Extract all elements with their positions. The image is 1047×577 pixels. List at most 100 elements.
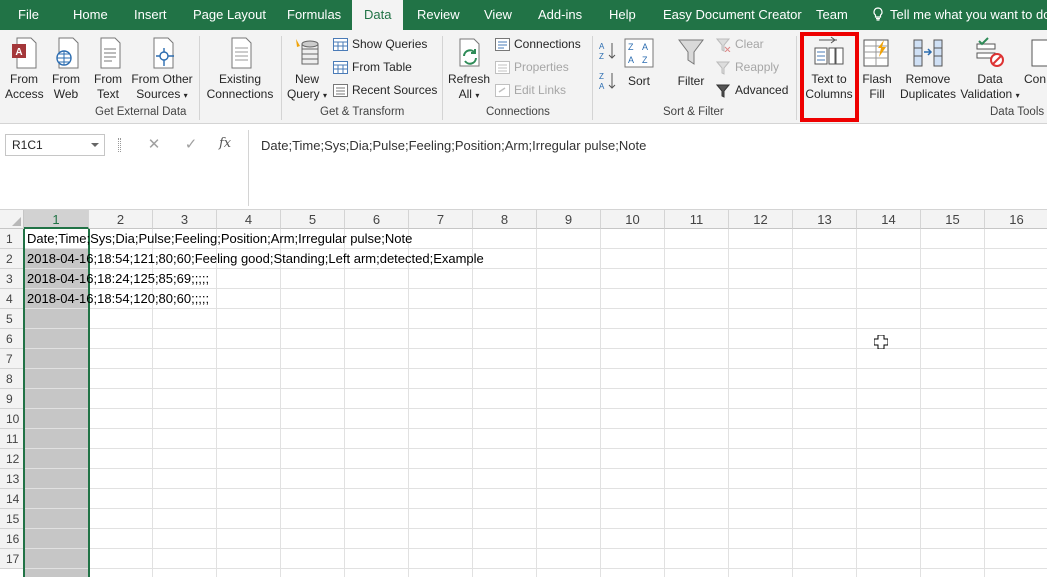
- row-header[interactable]: 6: [0, 329, 24, 349]
- name-box[interactable]: R1C1: [5, 134, 105, 156]
- refresh-icon: [459, 38, 480, 67]
- consolidate-button[interactable]: Con: [1024, 36, 1047, 87]
- row-header[interactable]: 9: [0, 389, 24, 409]
- select-all-button[interactable]: [0, 210, 24, 229]
- tab-easy-document-creator[interactable]: Easy Document Creator: [663, 0, 802, 30]
- filter-label: Filter: [677, 74, 705, 88]
- from-other-label-1: From Other: [131, 72, 193, 86]
- from-access-button[interactable]: A From Access: [5, 36, 44, 102]
- flash-fill-button[interactable]: Flash Fill: [860, 36, 894, 102]
- tab-formulas[interactable]: Formulas: [287, 0, 341, 30]
- cell-text: 2018-04-16;18:24;125;85;69;;;;;: [27, 271, 210, 286]
- column-header[interactable]: 8: [473, 210, 537, 229]
- column-header[interactable]: 14: [857, 210, 921, 229]
- row-header[interactable]: 7: [0, 349, 24, 369]
- from-web-label-1: From: [52, 72, 80, 86]
- sort-icon: Z AA Z: [624, 38, 654, 68]
- row-header[interactable]: 16: [0, 529, 24, 549]
- cancel-entry-icon[interactable]: ✕: [145, 136, 163, 154]
- gridline-horizontal: [24, 428, 1047, 429]
- data-validation-label-1: Data: [977, 72, 1003, 86]
- row-header[interactable]: 17: [0, 549, 24, 569]
- formula-input[interactable]: Date;Time;Sys;Dia;Pulse;Feeling;Position…: [261, 138, 646, 153]
- insert-function-button[interactable]: fx: [219, 136, 231, 151]
- sort-button[interactable]: ZAAZ Sort: [622, 36, 656, 89]
- confirm-entry-icon[interactable]: ✓: [182, 136, 200, 154]
- existing-connections-button[interactable]: Existing Connections: [204, 36, 276, 102]
- access-icon: A: [12, 37, 37, 69]
- tab-help[interactable]: Help: [609, 0, 636, 30]
- properties-button[interactable]: Properties: [495, 57, 569, 77]
- tab-file[interactable]: File: [18, 0, 39, 30]
- advanced-filter-button[interactable]: Advanced: [716, 80, 788, 100]
- sort-za-button[interactable]: ZA: [598, 70, 618, 92]
- from-web-button[interactable]: From Web: [48, 36, 84, 102]
- reapply-button[interactable]: Reapply: [716, 57, 779, 77]
- web-icon: [56, 37, 79, 69]
- column-header[interactable]: 10: [601, 210, 665, 229]
- new-query-button[interactable]: New Query ▾: [286, 36, 328, 103]
- row-header[interactable]: 12: [0, 449, 24, 469]
- ribbon-data: A From Access From Web From Text From Ot…: [0, 30, 1047, 124]
- group-label-connections: Connections: [486, 106, 550, 118]
- tab-data[interactable]: Data: [352, 0, 404, 30]
- connections-button[interactable]: Connections: [495, 34, 581, 54]
- from-text-button[interactable]: From Text: [90, 36, 126, 102]
- tab-view[interactable]: View: [484, 0, 512, 30]
- group-label-get-transform: Get & Transform: [320, 106, 405, 118]
- filter-button[interactable]: Filter: [672, 36, 710, 89]
- column-header[interactable]: 5: [281, 210, 345, 229]
- tab-review[interactable]: Review: [417, 0, 460, 30]
- row-header[interactable]: 2: [0, 249, 24, 269]
- tab-team[interactable]: Team: [816, 0, 848, 30]
- tab-page-layout[interactable]: Page Layout: [193, 0, 266, 30]
- column-header[interactable]: 12: [729, 210, 793, 229]
- column-header[interactable]: 13: [793, 210, 857, 229]
- column-header[interactable]: 4: [217, 210, 281, 229]
- row-header[interactable]: 10: [0, 409, 24, 429]
- recent-sources-button[interactable]: Recent Sources: [333, 80, 437, 100]
- sort-az-button[interactable]: AZ: [598, 40, 618, 62]
- column-header[interactable]: 6: [345, 210, 409, 229]
- refresh-all-button[interactable]: Refresh All ▾: [448, 36, 490, 103]
- column-header[interactable]: 15: [921, 210, 985, 229]
- chevron-down-icon: ▾: [183, 91, 188, 100]
- show-queries-button[interactable]: Show Queries: [333, 34, 427, 54]
- tab-addins[interactable]: Add-ins: [538, 0, 582, 30]
- svg-text:A: A: [599, 82, 605, 91]
- gridline-horizontal: [24, 488, 1047, 489]
- column-header[interactable]: 7: [409, 210, 473, 229]
- row-header[interactable]: 15: [0, 509, 24, 529]
- data-validation-icon: [976, 37, 1004, 67]
- cell-text: 2018-04-16;18:54;121;80;60;Feeling good;…: [27, 251, 484, 266]
- edit-links-button[interactable]: Edit Links: [495, 80, 566, 100]
- formula-bar-grip[interactable]: [118, 138, 121, 152]
- clear-filter-button[interactable]: Clear: [716, 34, 764, 54]
- row-header[interactable]: 3: [0, 269, 24, 289]
- remove-duplicates-button[interactable]: Remove Duplicates: [898, 36, 958, 102]
- column-header[interactable]: 11: [665, 210, 729, 229]
- row-header[interactable]: 14: [0, 489, 24, 509]
- column-header[interactable]: 1: [24, 210, 89, 229]
- edit-links-label: Edit Links: [514, 83, 567, 97]
- gridline-vertical: [856, 229, 857, 577]
- row-header[interactable]: 5: [0, 309, 24, 329]
- tell-me-search[interactable]: Tell me what you want to do: [872, 0, 1047, 30]
- data-validation-button[interactable]: Data Validation ▾: [960, 36, 1020, 103]
- row-header[interactable]: 4: [0, 289, 24, 309]
- tab-home[interactable]: Home: [73, 0, 108, 30]
- worksheet-grid[interactable]: 1 2 3 4 5 6 7 8 9 10 11 12 13 14 15 16 1 2 3 4 5 6 7 8 9 10 11 12 1…: [0, 210, 1047, 577]
- row-header[interactable]: 13: [0, 469, 24, 489]
- column-header[interactable]: 2: [89, 210, 153, 229]
- from-table-button[interactable]: From Table: [333, 57, 412, 77]
- tab-insert[interactable]: Insert: [134, 0, 167, 30]
- column-header[interactable]: 3: [153, 210, 217, 229]
- row-header[interactable]: 11: [0, 429, 24, 449]
- row-header[interactable]: 8: [0, 369, 24, 389]
- from-other-sources-button[interactable]: From Other Sources ▾: [130, 36, 194, 103]
- row-header[interactable]: 1: [0, 229, 24, 249]
- gridline-vertical: [600, 229, 601, 577]
- column-header[interactable]: 9: [537, 210, 601, 229]
- gridline-vertical: [984, 229, 985, 577]
- column-header[interactable]: 16: [985, 210, 1047, 229]
